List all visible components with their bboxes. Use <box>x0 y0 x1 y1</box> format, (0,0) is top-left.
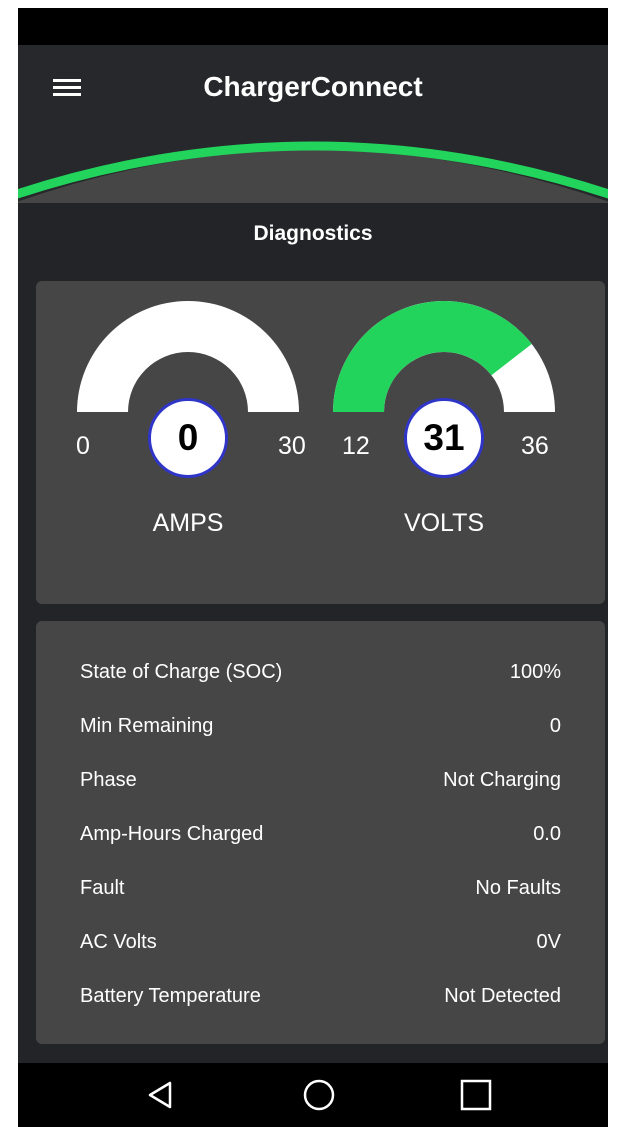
info-label: State of Charge (SOC) <box>80 661 283 683</box>
volts-value: 31 <box>404 398 484 478</box>
amps-max-label: 30 <box>278 432 306 460</box>
volts-min-label: 12 <box>342 432 370 460</box>
info-row-fault: Fault No Faults <box>80 877 561 907</box>
gauge-card: 0 0 30 AMPS 12 31 36 VOLTS <box>36 281 605 604</box>
app-title: ChargerConnect <box>203 71 423 102</box>
amps-gauge: 0 0 30 AMPS <box>70 281 330 604</box>
info-value: No Faults <box>475 877 561 899</box>
info-label: Amp-Hours Charged <box>80 823 264 845</box>
info-label: AC Volts <box>80 931 157 953</box>
info-value: 0.0 <box>533 823 561 845</box>
amps-label: AMPS <box>152 509 224 537</box>
home-circle-icon[interactable] <box>289 1063 349 1127</box>
volts-gauge: 12 31 36 VOLTS <box>326 281 586 604</box>
info-value: Not Detected <box>444 985 561 1007</box>
phone-screen: ChargerConnect Diagnostics 0 0 30 AMPS 1… <box>18 8 608 1127</box>
info-label: Fault <box>80 877 125 899</box>
section-title: Diagnostics <box>253 222 373 245</box>
diagnostics-info-card: State of Charge (SOC) 100% Min Remaining… <box>36 621 605 1044</box>
volts-label: VOLTS <box>403 509 485 537</box>
amps-value: 0 <box>148 398 228 478</box>
info-label: Phase <box>80 769 137 791</box>
amps-min-label: 0 <box>76 432 90 460</box>
header-arc-decoration <box>18 141 608 203</box>
system-nav-bar <box>18 1063 608 1127</box>
info-value: 100% <box>509 661 561 683</box>
info-row-phase: Phase Not Charging <box>80 769 561 799</box>
info-value: 0 <box>549 715 561 737</box>
info-value: Not Charging <box>443 769 561 791</box>
info-row-soc: State of Charge (SOC) 100% <box>80 661 561 691</box>
volts-max-label: 36 <box>521 432 549 460</box>
info-label: Min Remaining <box>80 715 214 737</box>
status-bar <box>18 8 608 45</box>
info-row-battery-temperature: Battery Temperature Not Detected <box>80 985 561 1015</box>
info-value: 0V <box>536 931 561 953</box>
app-header: ChargerConnect <box>18 45 608 203</box>
info-row-ac-volts: AC Volts 0V <box>80 931 561 961</box>
recents-square-icon[interactable] <box>446 1063 506 1127</box>
info-label: Battery Temperature <box>80 985 261 1007</box>
info-row-min-remaining: Min Remaining 0 <box>80 715 561 745</box>
back-triangle-icon[interactable] <box>131 1063 191 1127</box>
info-row-amp-hours: Amp-Hours Charged 0.0 <box>80 823 561 853</box>
